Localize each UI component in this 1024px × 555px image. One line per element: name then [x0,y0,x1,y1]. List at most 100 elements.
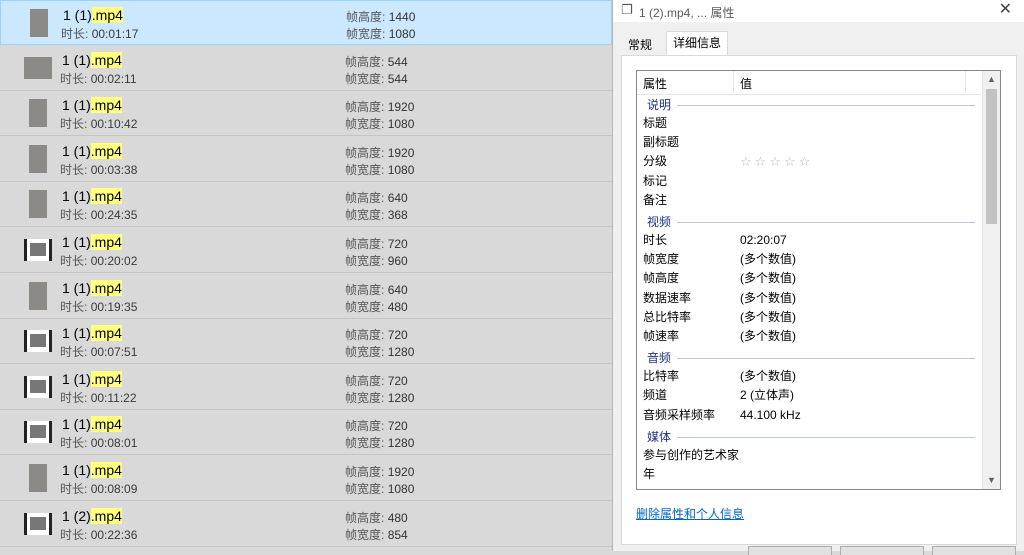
tab-details[interactable]: 详细信息 [666,31,729,57]
file-row[interactable]: 1 (1).mp4 时长: 00:19:35 帧高度: 640 帧宽度: 480 [0,274,612,319]
column-divider[interactable] [965,71,966,93]
property-row[interactable]: 比特率 (多个数值) [637,367,981,386]
column-header-value[interactable]: 值 [740,75,752,92]
frame-height-value: 720 [387,373,408,388]
tab-general[interactable]: 常规 [622,34,658,56]
property-list[interactable]: 属性 值 说明标题副标题 分级 ☆☆☆☆☆ 标记 备注视频 时长 02:20:07 帧宽度 (多… [636,70,1001,490]
section-label: 音频 [647,351,672,366]
section-description[interactable]: 说明 [637,95,981,113]
property-row[interactable]: 备注 [637,191,981,210]
file-duration: 时长: 00:10:42 [60,117,137,131]
file-frame-width: 帧宽度: 1080 [346,27,415,41]
rating-stars[interactable]: ☆☆☆☆☆ [740,152,813,171]
file-name: 1 (1).mp4 [62,416,122,433]
file-duration: 时长: 00:11:22 [60,391,137,405]
file-row[interactable]: 1 (1).mp4 时长: 00:08:09 帧高度: 1920 帧宽度: 1080 [0,456,612,501]
duration-value: 00:24:35 [90,208,138,223]
file-name: 1 (1).mp4 [62,51,122,69]
property-row[interactable]: 分级 ☆☆☆☆☆ [637,152,981,171]
property-row[interactable]: 参与创作的艺术家 [637,446,981,465]
duration-value: 00:11:22 [90,390,137,405]
file-extension: .mp4 [90,507,122,524]
file-row[interactable]: 1 (1).mp4 时长: 00:07:51 帧高度: 720 帧宽度: 1280 [0,319,612,365]
video-thumbnail [24,417,52,447]
file-frame-width: 帧宽度: 368 [345,208,408,222]
file-row[interactable]: 1 (1).mp4 时长: 00:01:17 帧高度: 1440 帧宽度: 1080 [0,0,612,45]
scrollbar-thumb[interactable] [986,89,997,224]
file-basename: 1 (1) [62,279,91,296]
file-duration: 时长: 00:02:11 [60,72,137,86]
file-frame-height: 帧高度: 640 [345,191,408,205]
duration-label: 时长: [60,390,88,405]
frame-width-label: 帧宽度: [345,482,385,496]
frame-height-value: 720 [387,419,408,434]
file-row[interactable]: 1 (1).mp4 时长: 00:02:11 帧高度: 544 帧宽度: 544 [0,46,612,91]
section-divider [677,358,975,360]
file-extension: .mp4 [90,234,122,250]
file-row[interactable]: 1 (1).mp4 时长: 00:08:01 帧高度: 720 帧宽度: 1280 [0,410,612,456]
file-row[interactable]: 1 (1).mp4 时长: 00:10:42 帧高度: 1920 帧宽度: 1080 [0,91,612,137]
file-frame-height: 帧高度: 720 [345,237,408,251]
scroll-up-icon[interactable]: ▲ [983,71,1000,88]
property-value: (多个数值) [740,309,796,324]
file-frame-width: 帧宽度: 1080 [345,117,414,131]
section-media[interactable]: 媒体 [637,427,981,445]
property-row[interactable]: 副标题 [637,133,981,152]
property-row[interactable]: 帧速率 (多个数值) [637,327,981,346]
file-row[interactable]: 1 (1).mp4 时长: 00:03:38 帧高度: 1920 帧宽度: 1080 [0,137,612,182]
video-thumbnail [24,235,52,265]
section-audio[interactable]: 音频 [637,348,981,366]
remove-properties-link[interactable]: 删除属性和个人信息 [636,505,744,522]
frame-width-value: 1280 [387,345,415,360]
file-frame-width: 帧宽度: 1080 [345,163,414,177]
duration-value: 00:19:35 [90,299,138,314]
property-row[interactable]: 时长 02:20:07 [637,231,981,250]
property-row[interactable]: 标记 [637,172,981,191]
frame-height-label: 帧高度: [345,237,385,251]
property-name: 标题 [643,116,668,130]
file-extension: .mp4 [90,462,122,478]
file-name: 1 (1).mp4 [62,97,122,114]
property-value: (多个数值) [740,329,796,343]
details-panel: 属性 值 说明标题副标题 分级 ☆☆☆☆☆ 标记 备注视频 时长 02:20:07 帧宽度 (多… [621,55,1017,545]
vertical-scrollbar[interactable]: ▲ ▼ [982,71,1000,489]
close-icon[interactable]: ✕ [999,1,1012,19]
file-name: 1 (1).mp4 [62,462,122,479]
video-thumbnail [24,144,52,174]
column-header-property[interactable]: 属性 [643,75,667,92]
section-video[interactable]: 视频 [637,212,981,230]
property-value: 02:20:07 [740,233,787,247]
file-row[interactable]: 1 (1).mp4 时长: 00:24:35 帧高度: 640 帧宽度: 368 [0,182,612,228]
property-row[interactable]: 频道 2 (立体声) [637,386,981,405]
property-row[interactable]: 总比特率 (多个数值) [637,308,981,327]
frame-height-label: 帧高度: [345,328,385,343]
file-name: 1 (1).mp4 [62,325,122,342]
frame-height-value: 1440 [388,10,416,24]
scroll-down-icon[interactable]: ▼ [983,472,1000,489]
video-thumbnail [25,8,53,38]
frame-height-label: 帧高度: [345,100,385,115]
property-row[interactable]: 帧宽度 (多个数值) [637,250,981,269]
frame-width-label: 帧宽度: [345,345,385,360]
property-row[interactable]: 帧高度 (多个数值) [637,269,981,288]
file-frame-height: 帧高度: 720 [345,419,408,433]
property-row[interactable]: 标题 [637,114,981,133]
frame-width-value: 1080 [388,27,416,41]
video-thumbnail [24,463,52,493]
file-row[interactable]: 1 (1).mp4 时长: 00:20:02 帧高度: 720 帧宽度: 960 [0,228,612,273]
file-extension: .mp4 [90,416,122,433]
file-basename: 1 (1) [62,188,91,205]
property-row[interactable]: 音频采样频率 44.100 kHz [637,406,981,425]
duration-label: 时长: [60,254,88,268]
file-name: 1 (2).mp4 [62,507,122,525]
dialog-titlebar: ❐ 1 (2).mp4, ... 属性 ✕ [613,0,1024,22]
file-row[interactable]: 1 (1).mp4 时长: 00:11:22 帧高度: 720 帧宽度: 1280 [0,365,612,410]
file-extension: .mp4 [90,97,122,114]
file-row[interactable]: 1 (2).mp4 时长: 00:22:36 帧高度: 480 帧宽度: 854 [0,502,612,547]
property-row[interactable]: 数据速率 (多个数值) [637,289,981,308]
column-divider[interactable] [733,71,734,93]
file-frame-width: 帧宽度: 1080 [345,482,414,496]
property-value: (多个数值) [740,369,796,384]
property-row[interactable]: 年 [637,465,981,484]
video-thumbnail [24,326,52,356]
